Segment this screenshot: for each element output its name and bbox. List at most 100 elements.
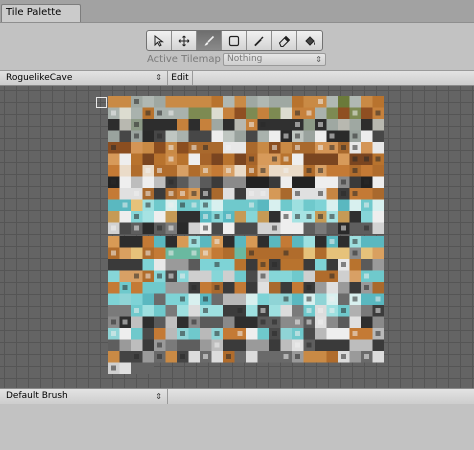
- palette-tile[interactable]: [326, 165, 339, 177]
- palette-tile[interactable]: [177, 247, 189, 260]
- palette-tile[interactable]: [211, 247, 224, 260]
- palette-dropdown[interactable]: RoguelikeCave ⇕: [6, 72, 166, 84]
- palette-tile[interactable]: [292, 153, 304, 166]
- palette-tile[interactable]: [223, 96, 235, 108]
- palette-tile[interactable]: [165, 96, 178, 108]
- palette-tile[interactable]: [269, 188, 281, 200]
- palette-tile[interactable]: [257, 328, 270, 340]
- palette-tile[interactable]: [165, 211, 178, 223]
- palette-tile[interactable]: [200, 176, 212, 189]
- brush-dropdown[interactable]: Default Brush ⇕: [6, 390, 166, 403]
- palette-tile[interactable]: [361, 165, 373, 177]
- palette-tile[interactable]: [165, 165, 178, 177]
- palette-tile[interactable]: [269, 236, 281, 248]
- palette-tile[interactable]: [165, 316, 178, 329]
- palette-tile[interactable]: [188, 328, 201, 340]
- palette-tile[interactable]: [200, 259, 212, 271]
- palette-tile[interactable]: [326, 153, 339, 166]
- palette-tile[interactable]: [361, 339, 373, 352]
- palette-tile[interactable]: [280, 188, 293, 200]
- palette-tile[interactable]: [108, 270, 120, 283]
- palette-tile[interactable]: [188, 211, 201, 223]
- palette-tile[interactable]: [338, 107, 350, 120]
- palette-tile[interactable]: [361, 211, 373, 223]
- palette-tile[interactable]: [154, 96, 166, 108]
- box-fill-tool-button[interactable]: [222, 31, 247, 50]
- palette-tile[interactable]: [280, 222, 293, 235]
- palette-tile[interactable]: [349, 305, 362, 317]
- palette-tile[interactable]: [188, 339, 201, 352]
- palette-tile[interactable]: [326, 199, 339, 212]
- palette-tile[interactable]: [154, 293, 166, 306]
- palette-tile[interactable]: [338, 316, 350, 329]
- palette-tile[interactable]: [315, 247, 327, 260]
- palette-tile[interactable]: [223, 222, 235, 235]
- palette-tile[interactable]: [280, 119, 293, 131]
- palette-tile[interactable]: [257, 153, 270, 166]
- palette-tile[interactable]: [349, 222, 362, 235]
- palette-tile[interactable]: [372, 176, 385, 189]
- palette-tile[interactable]: [257, 293, 270, 306]
- palette-tile[interactable]: [200, 316, 212, 329]
- palette-tile[interactable]: [234, 316, 247, 329]
- palette-tile[interactable]: [372, 259, 385, 271]
- palette-tile[interactable]: [303, 176, 316, 189]
- palette-tile[interactable]: [361, 119, 373, 131]
- palette-tile[interactable]: [257, 142, 270, 154]
- palette-tile[interactable]: [177, 107, 189, 120]
- palette-tile[interactable]: [142, 362, 155, 375]
- palette-tile[interactable]: [280, 282, 293, 294]
- palette-tile[interactable]: [269, 211, 281, 223]
- palette-tile[interactable]: [372, 282, 385, 294]
- palette-tile[interactable]: [211, 119, 224, 131]
- palette-tile[interactable]: [315, 222, 327, 235]
- palette-tile[interactable]: [246, 293, 258, 306]
- palette-tile[interactable]: [223, 107, 235, 120]
- palette-tile[interactable]: [338, 165, 350, 177]
- palette-tile[interactable]: [234, 236, 247, 248]
- palette-tile[interactable]: [119, 236, 132, 248]
- palette-tile[interactable]: [257, 282, 270, 294]
- palette-tile[interactable]: [142, 339, 155, 352]
- palette-tile[interactable]: [303, 188, 316, 200]
- palette-tile[interactable]: [315, 107, 327, 120]
- palette-tile[interactable]: [165, 339, 178, 352]
- palette-tile[interactable]: [165, 259, 178, 271]
- palette-tile[interactable]: [165, 282, 178, 294]
- palette-tile[interactable]: [119, 176, 132, 189]
- palette-tile[interactable]: [223, 270, 235, 283]
- palette-tile[interactable]: [211, 351, 224, 363]
- palette-tile[interactable]: [315, 199, 327, 212]
- palette-tile[interactable]: [338, 247, 350, 260]
- palette-tile[interactable]: [326, 247, 339, 260]
- palette-tile[interactable]: [177, 305, 189, 317]
- palette-tile[interactable]: [154, 153, 166, 166]
- palette-tile[interactable]: [292, 282, 304, 294]
- palette-tile[interactable]: [211, 293, 224, 306]
- palette-tile[interactable]: [338, 199, 350, 212]
- palette-tile[interactable]: [315, 236, 327, 248]
- palette-tile[interactable]: [223, 328, 235, 340]
- palette-tile[interactable]: [361, 236, 373, 248]
- palette-tile[interactable]: [326, 119, 339, 131]
- palette-tile[interactable]: [165, 236, 178, 248]
- palette-tile[interactable]: [234, 270, 247, 283]
- palette-tile[interactable]: [131, 339, 143, 352]
- palette-grid-canvas[interactable]: [0, 86, 474, 388]
- palette-tile[interactable]: [223, 339, 235, 352]
- palette-tile[interactable]: [211, 199, 224, 212]
- palette-tile[interactable]: [200, 130, 212, 143]
- tab-tile-palette[interactable]: Tile Palette: [1, 4, 81, 22]
- palette-tile[interactable]: [338, 282, 350, 294]
- palette-tile[interactable]: [142, 351, 155, 363]
- palette-tile[interactable]: [131, 316, 143, 329]
- palette-tile[interactable]: [234, 188, 247, 200]
- palette-tile[interactable]: [234, 153, 247, 166]
- palette-tile[interactable]: [280, 199, 293, 212]
- palette-tile[interactable]: [223, 305, 235, 317]
- palette-tile[interactable]: [154, 236, 166, 248]
- palette-tile[interactable]: [280, 236, 293, 248]
- palette-tile[interactable]: [303, 259, 316, 271]
- palette-tile[interactable]: [338, 153, 350, 166]
- palette-tile[interactable]: [349, 316, 362, 329]
